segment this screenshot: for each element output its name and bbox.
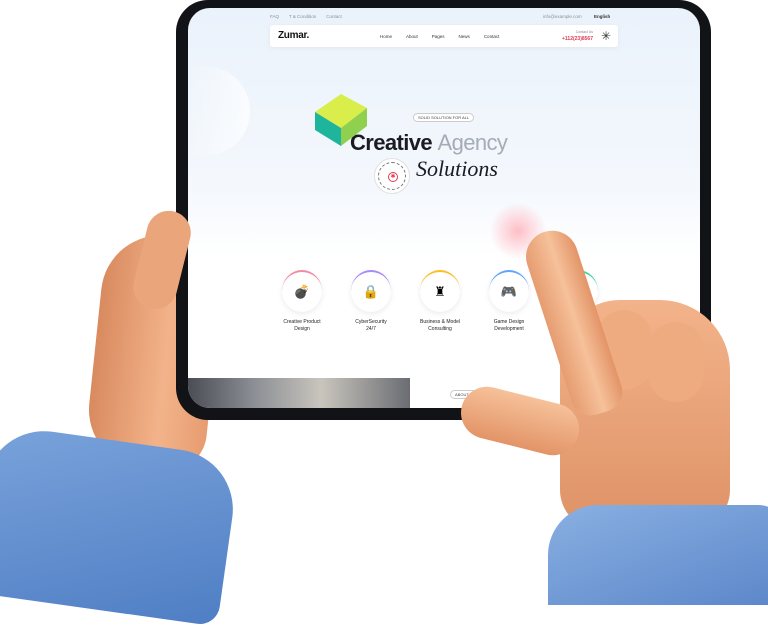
service-label-line2: Consulting xyxy=(428,326,452,332)
nav-contact-block[interactable]: Contact Us +112(23)8567 xyxy=(555,29,593,43)
hero-tagline: SOLID SOLUTION FOR ALL xyxy=(413,113,475,122)
top-links: FAQ T & Condition Contact xyxy=(270,14,342,19)
bomb-icon: 💣 xyxy=(293,284,311,299)
left-sleeve xyxy=(0,423,241,627)
gamepad-icon: 🎮 xyxy=(500,284,518,299)
chess-icon: ♜ xyxy=(434,284,446,299)
service-label-line2: 24/7 xyxy=(366,326,376,332)
top-utility-bar: FAQ T & Condition Contact info@example.c… xyxy=(188,8,700,24)
contact-phone[interactable]: +112(23)8567 xyxy=(555,36,593,43)
nav-home[interactable]: Home xyxy=(380,34,392,39)
service-icon-circle: ♜ xyxy=(420,270,460,312)
right-knuckle xyxy=(648,322,704,402)
top-email[interactable]: info@example.com xyxy=(543,14,582,19)
hero-title-light: Agency xyxy=(437,130,508,155)
service-label-line1: Game Design xyxy=(493,319,525,325)
service-item[interactable]: 🎮 Game Design Development xyxy=(478,270,540,333)
service-label-line1: Business & Model xyxy=(419,319,461,325)
service-label: Game Design Development xyxy=(478,319,540,333)
nav-news[interactable]: News xyxy=(459,34,470,39)
service-icon-circle: 🎮 xyxy=(489,270,529,312)
nav-links: Home About Pages News Contact xyxy=(380,34,499,39)
service-icon-circle: 🔒 xyxy=(351,270,391,312)
service-label: Creative Product Design xyxy=(271,319,333,333)
service-item[interactable]: 💣 Creative Product Design xyxy=(271,270,333,333)
nav-pages[interactable]: Pages xyxy=(432,34,445,39)
service-label-line2: Development xyxy=(494,326,524,332)
service-item[interactable]: ♜ Business & Model Consulting xyxy=(409,270,471,333)
top-link-contact[interactable]: Contact xyxy=(326,14,342,19)
site-logo[interactable]: Zumar. xyxy=(278,30,309,41)
service-label-line1: Creative Product xyxy=(283,319,321,325)
badge-star-icon: ✱ xyxy=(388,172,398,182)
service-icon-circle: 💣 xyxy=(282,270,322,312)
nav-about[interactable]: About xyxy=(406,34,418,39)
service-label: Business & Model Consulting xyxy=(409,319,471,333)
right-sleeve xyxy=(548,505,768,605)
service-label-line1: CyberSecurity xyxy=(355,319,387,325)
hero-title: Creative Agency xyxy=(350,130,508,156)
top-link-terms[interactable]: T & Condition xyxy=(289,14,316,19)
nav-contact[interactable]: Contact xyxy=(484,34,500,39)
service-label-line2: Design xyxy=(294,326,310,332)
green-cube-decoration xyxy=(315,94,367,146)
service-item[interactable]: 🔒 CyberSecurity 24/7 xyxy=(340,270,402,333)
contact-label: Contact Us xyxy=(575,30,593,34)
lock-icon: 🔒 xyxy=(362,284,380,299)
language-selector[interactable]: English xyxy=(594,14,610,19)
hero-subtitle: Solutions xyxy=(416,156,498,181)
hero-round-badge[interactable]: ✱ xyxy=(374,158,410,194)
menu-snowflake-icon[interactable]: ✳ xyxy=(599,29,613,43)
main-navbar: Zumar. Home About Pages News Contact Con… xyxy=(270,25,618,47)
light-arc-decoration xyxy=(188,66,250,156)
service-label: CyberSecurity 24/7 xyxy=(340,319,402,333)
top-link-faq[interactable]: FAQ xyxy=(270,14,279,19)
about-photo xyxy=(188,378,410,408)
